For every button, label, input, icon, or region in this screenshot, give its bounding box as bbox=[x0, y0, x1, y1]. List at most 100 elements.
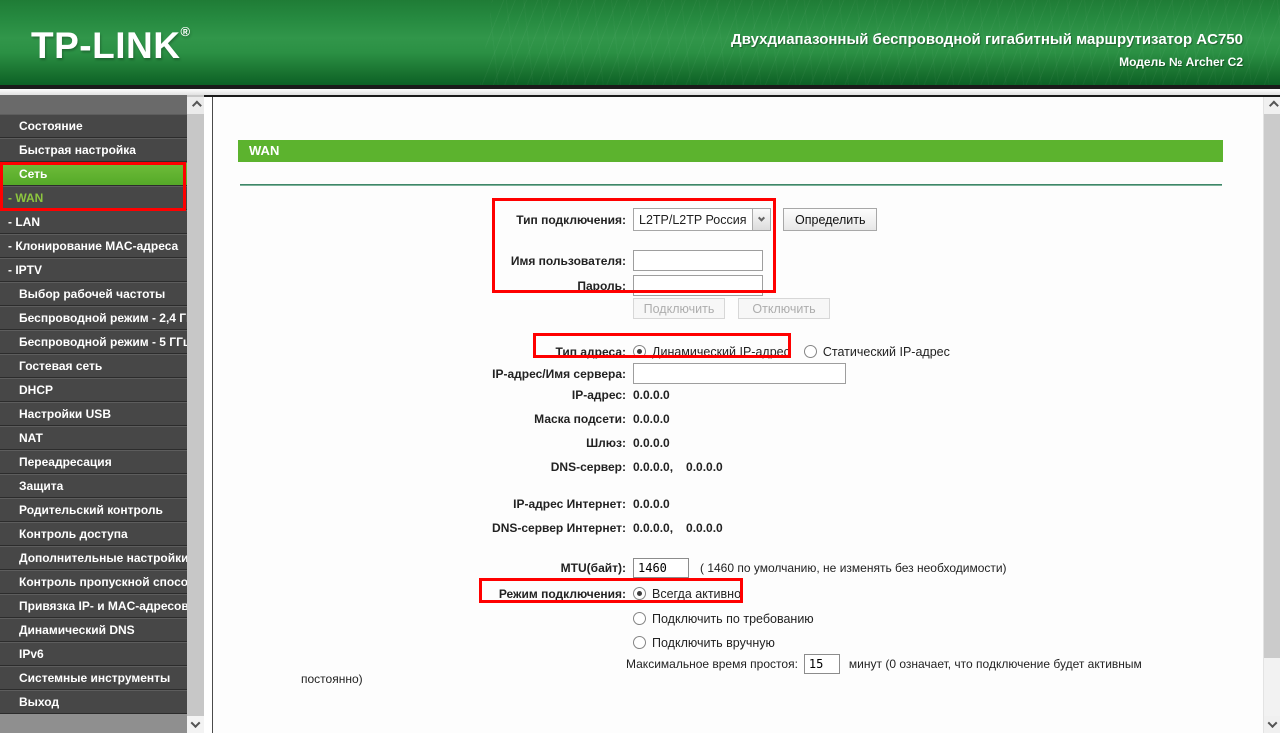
sidebar-content-gap bbox=[204, 95, 212, 733]
connection-type-value: L2TP/L2TP Россия bbox=[639, 212, 747, 227]
server-row: IP-адрес/Имя сервера: bbox=[213, 362, 846, 385]
gateway-row: Шлюз: 0.0.0.0 bbox=[213, 431, 670, 454]
always-active-label: Всегда активно bbox=[652, 586, 742, 601]
internet-ip-label: IP-адрес Интернет: bbox=[513, 496, 626, 511]
connect-button[interactable]: Подключить bbox=[633, 298, 725, 319]
content-scroll-down-button[interactable] bbox=[1264, 716, 1280, 733]
tplink-logo: TP-LINK® bbox=[31, 24, 191, 67]
manual-label: Подключить вручную bbox=[652, 635, 775, 650]
internet-dns-value1: 0.0.0.0, bbox=[633, 520, 674, 535]
ip-address-label: IP-адрес: bbox=[571, 387, 626, 402]
sidebar-item-security[interactable]: Защита bbox=[0, 474, 187, 498]
chevron-up-icon bbox=[1268, 100, 1279, 111]
server-input[interactable] bbox=[633, 363, 846, 384]
sidebar-item-advanced-settings[interactable]: Дополнительные настройки bbox=[0, 546, 187, 570]
router-title: Двухдиапазонный беспроводной гигабитный … bbox=[731, 31, 1243, 48]
dns-server-value2: 0.0.0.0 bbox=[686, 459, 723, 474]
always-active-radio[interactable] bbox=[633, 587, 646, 600]
connection-type-label: Тип подключения: bbox=[516, 212, 626, 227]
sidebar-item-usb-settings[interactable]: Настройки USB bbox=[0, 402, 187, 426]
password-input[interactable] bbox=[633, 275, 763, 296]
mtu-label: MTU(байт): bbox=[560, 560, 626, 575]
sidebar-item-status[interactable]: Состояние bbox=[0, 114, 187, 138]
sidebar-scrollbar[interactable] bbox=[187, 95, 204, 733]
internet-ip-row: IP-адрес Интернет: 0.0.0.0 bbox=[213, 492, 670, 515]
sidebar-item-lan[interactable]: - LAN bbox=[0, 210, 187, 234]
address-type-label: Тип адреса: bbox=[555, 344, 626, 359]
mtu-row: MTU(байт): ( 1460 по умолчанию, не измен… bbox=[213, 556, 1007, 579]
content-scrollbar-thumb[interactable] bbox=[1264, 114, 1280, 658]
connect-buttons-row: Подключить Отключить bbox=[213, 297, 830, 320]
password-row: Пароль: bbox=[213, 274, 763, 297]
sidebar-item-quick-setup[interactable]: Быстрая настройка bbox=[0, 138, 187, 162]
disconnect-button[interactable]: Отключить bbox=[738, 298, 830, 319]
gateway-value: 0.0.0.0 bbox=[633, 435, 670, 450]
connection-type-select[interactable]: L2TP/L2TP Россия bbox=[633, 208, 771, 231]
connection-type-row: Тип подключения: L2TP/L2TP Россия Опреде… bbox=[213, 208, 878, 231]
idle-time-row: Максимальное время простоя: минут (0 озн… bbox=[626, 652, 1142, 675]
header: TP-LINK® Двухдиапазонный беспроводной ги… bbox=[0, 0, 1280, 85]
manual-row: Подключить вручную bbox=[213, 631, 775, 654]
sidebar-item-ip-mac-binding[interactable]: Привязка IP- и MAC-адресов bbox=[0, 594, 187, 618]
sidebar-item-iptv[interactable]: - IPTV bbox=[0, 258, 187, 282]
on-demand-label: Подключить по требованию bbox=[652, 611, 814, 626]
dns-server-row: DNS-сервер: 0.0.0.0, 0.0.0.0 bbox=[213, 455, 723, 478]
dynamic-ip-label: Динамический IP-адрес bbox=[652, 344, 790, 359]
username-label: Имя пользователя: bbox=[510, 253, 626, 268]
ip-address-value: 0.0.0.0 bbox=[633, 387, 670, 402]
sidebar-item-system-tools[interactable]: Системные инструменты bbox=[0, 666, 187, 690]
select-dropdown-arrow[interactable] bbox=[752, 209, 770, 230]
sidebar-item-wan[interactable]: - WAN bbox=[0, 186, 187, 210]
password-label: Пароль: bbox=[577, 278, 626, 293]
manual-radio[interactable] bbox=[633, 636, 646, 649]
static-ip-label: Статический IP-адрес bbox=[822, 344, 950, 359]
internet-dns-value2: 0.0.0.0 bbox=[686, 520, 723, 535]
content-scrollbar[interactable] bbox=[1263, 95, 1280, 733]
sidebar-item-wireless-24ghz[interactable]: Беспроводной режим - 2,4 ГГц bbox=[0, 306, 187, 330]
subnet-mask-row: Маска подсети: 0.0.0.0 bbox=[213, 407, 670, 430]
internet-dns-label: DNS-сервер Интернет: bbox=[492, 520, 626, 535]
sidebar-item-dhcp[interactable]: DHCP bbox=[0, 378, 187, 402]
internet-dns-row: DNS-сервер Интернет: 0.0.0.0, 0.0.0.0 bbox=[213, 516, 723, 539]
sidebar-item-mac-clone[interactable]: - Клонирование MAC-адреса bbox=[0, 234, 187, 258]
ip-address-row: IP-адрес: 0.0.0.0 bbox=[213, 383, 670, 406]
dns-server-label: DNS-сервер: bbox=[550, 459, 626, 474]
router-model: Модель № Archer C2 bbox=[1119, 55, 1243, 69]
mode-label: Режим подключения: bbox=[498, 586, 626, 601]
chevron-up-icon bbox=[191, 100, 202, 111]
detect-button[interactable]: Определить bbox=[783, 208, 878, 231]
title-divider bbox=[240, 184, 1222, 186]
sidebar-item-forwarding[interactable]: Переадресация bbox=[0, 450, 187, 474]
idle-time-prefix: Максимальное время простоя: bbox=[626, 656, 798, 671]
sidebar-item-band-select[interactable]: Выбор рабочей частоты bbox=[0, 282, 187, 306]
header-titles: Двухдиапазонный беспроводной гигабитный … bbox=[731, 31, 1243, 69]
subnet-mask-value: 0.0.0.0 bbox=[633, 411, 670, 426]
sidebar-item-nat[interactable]: NAT bbox=[0, 426, 187, 450]
sidebar-item-parental-control[interactable]: Родительский контроль bbox=[0, 498, 187, 522]
sidebar-item-bandwidth-control[interactable]: Контроль пропускной способности bbox=[0, 570, 187, 594]
mtu-input[interactable] bbox=[633, 557, 689, 578]
username-input[interactable] bbox=[633, 250, 763, 271]
sidebar-item-dynamic-dns[interactable]: Динамический DNS bbox=[0, 618, 187, 642]
sidebar-scroll-down-button[interactable] bbox=[187, 716, 204, 733]
chevron-down-icon bbox=[1267, 718, 1277, 729]
static-ip-radio[interactable] bbox=[803, 345, 817, 358]
sidebar-item-access-control[interactable]: Контроль доступа bbox=[0, 522, 187, 546]
page-title: WAN bbox=[238, 140, 1223, 162]
sidebar-item-logout[interactable]: Выход bbox=[0, 690, 187, 714]
on-demand-radio[interactable] bbox=[633, 612, 646, 625]
registered-mark: ® bbox=[180, 24, 191, 39]
mtu-note: ( 1460 по умолчанию, не изменять без нео… bbox=[700, 560, 1007, 575]
sidebar-item-network[interactable]: Сеть bbox=[0, 162, 187, 186]
server-label: IP-адрес/Имя сервера: bbox=[492, 366, 626, 381]
content-scroll-up-button[interactable] bbox=[1264, 97, 1280, 114]
sidebar-scroll-up-button[interactable] bbox=[187, 97, 204, 114]
sidebar-item-ipv6[interactable]: IPv6 bbox=[0, 642, 187, 666]
mode-row: Режим подключения: Всегда активно bbox=[213, 582, 741, 605]
sidebar-item-guest-network[interactable]: Гостевая сеть bbox=[0, 354, 187, 378]
idle-time-input[interactable] bbox=[803, 653, 840, 674]
dynamic-ip-radio[interactable] bbox=[633, 345, 646, 358]
router-admin-screen: TP-LINK® Двухдиапазонный беспроводной ги… bbox=[0, 0, 1280, 733]
body: Состояние Быстрая настройка Сеть - WAN -… bbox=[0, 95, 1280, 733]
sidebar-item-wireless-5ghz[interactable]: Беспроводной режим - 5 ГГц bbox=[0, 330, 187, 354]
